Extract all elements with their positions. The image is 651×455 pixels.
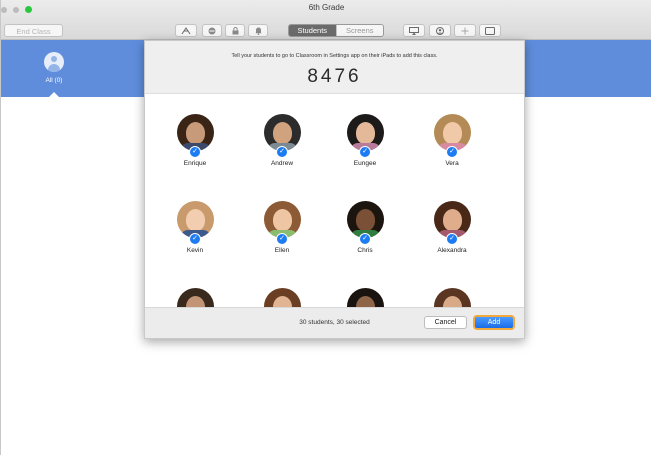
student-name: Andrew — [270, 160, 294, 167]
student-photo — [176, 288, 214, 309]
view-segmented-control[interactable]: Students Screens — [288, 24, 384, 37]
student-card[interactable] — [155, 288, 235, 309]
class-code: 8476 — [307, 66, 362, 87]
add-students-sheet: Tell your students to go to Classroom in… — [144, 40, 525, 339]
student-card[interactable] — [242, 288, 322, 309]
classroom-window: 6th Grade End Class Students Screens All… — [0, 0, 651, 455]
student-name: Enrique — [183, 160, 207, 167]
checkmark-icon[interactable]: ✓ — [359, 146, 371, 158]
airplay-button[interactable] — [403, 24, 425, 37]
student-card[interactable]: ✓ Eungee — [325, 114, 405, 167]
student-name: Vera — [445, 160, 459, 167]
add-icon — [461, 27, 469, 34]
open-app-button[interactable] — [175, 24, 197, 37]
end-class-button[interactable]: End Class — [4, 24, 63, 37]
student-photo — [433, 288, 471, 309]
tab-students[interactable]: Students — [289, 25, 336, 36]
cancel-button[interactable]: Cancel — [424, 316, 467, 329]
window-title: 6th Grade — [308, 3, 345, 12]
group-avatar-icon — [44, 52, 64, 72]
student-card[interactable]: ✓ Chris — [325, 201, 405, 254]
selection-count: 30 students, 30 selected — [299, 319, 370, 326]
tab-screens[interactable]: Screens — [335, 25, 383, 36]
student-card[interactable]: ✓ Ellen — [242, 201, 322, 254]
mute-icon — [255, 27, 261, 35]
student-card[interactable] — [325, 288, 405, 309]
join-instructions: Tell your students to go to Classroom in… — [231, 53, 438, 59]
hide-screen-button[interactable] — [429, 24, 451, 37]
checkmark-icon[interactable]: ✓ — [276, 233, 288, 245]
add-students-button[interactable]: Add — [473, 315, 515, 330]
student-card[interactable]: ✓ Kevin — [155, 201, 235, 254]
student-card[interactable]: ✓ Vera — [412, 114, 492, 167]
add-button[interactable] — [454, 24, 476, 37]
sidebar-item-all[interactable]: All (0) — [36, 52, 72, 84]
student-name: Chris — [357, 247, 373, 254]
student-name: Ellen — [274, 247, 290, 254]
checkmark-icon[interactable]: ✓ — [276, 146, 288, 158]
student-grid[interactable]: ✓ Enrique ✓ Andrew ✓ Eungee ✓ Vera ✓ Kevin ✓ Ellen ✓… — [145, 94, 524, 309]
ipad-icon — [485, 26, 495, 35]
sheet-header: Tell your students to go to Classroom in… — [145, 41, 524, 94]
checkmark-icon[interactable]: ✓ — [359, 233, 371, 245]
student-card[interactable]: ✓ Alexandra — [412, 201, 492, 254]
ipad-button[interactable] — [479, 24, 501, 37]
mute-button[interactable] — [248, 24, 268, 37]
airplay-icon — [409, 26, 419, 35]
student-photo — [346, 288, 384, 309]
checkmark-icon[interactable]: ✓ — [189, 146, 201, 158]
student-photo — [263, 288, 301, 309]
checkmark-icon[interactable]: ✓ — [446, 233, 458, 245]
block-icon — [208, 27, 216, 34]
all-group-label: All (0) — [45, 77, 63, 84]
student-name: Alexandra — [437, 247, 467, 254]
lock-icon — [232, 26, 238, 34]
student-name: Kevin — [186, 247, 204, 254]
lock-button[interactable] — [225, 24, 245, 37]
apps-icon — [181, 26, 191, 34]
hide-screen-icon — [436, 26, 444, 35]
selected-group-indicator — [49, 92, 59, 97]
navigate-button[interactable] — [202, 24, 222, 37]
student-card[interactable]: ✓ Enrique — [155, 114, 235, 167]
title-bar: 6th Grade End Class Students Screens — [1, 0, 651, 40]
checkmark-icon[interactable]: ✓ — [189, 233, 201, 245]
student-card[interactable]: ✓ Andrew — [242, 114, 322, 167]
checkmark-icon[interactable]: ✓ — [446, 146, 458, 158]
sheet-footer: 30 students, 30 selected Cancel Add — [145, 307, 524, 338]
student-card[interactable] — [412, 288, 492, 309]
student-name: Eungee — [353, 160, 377, 167]
